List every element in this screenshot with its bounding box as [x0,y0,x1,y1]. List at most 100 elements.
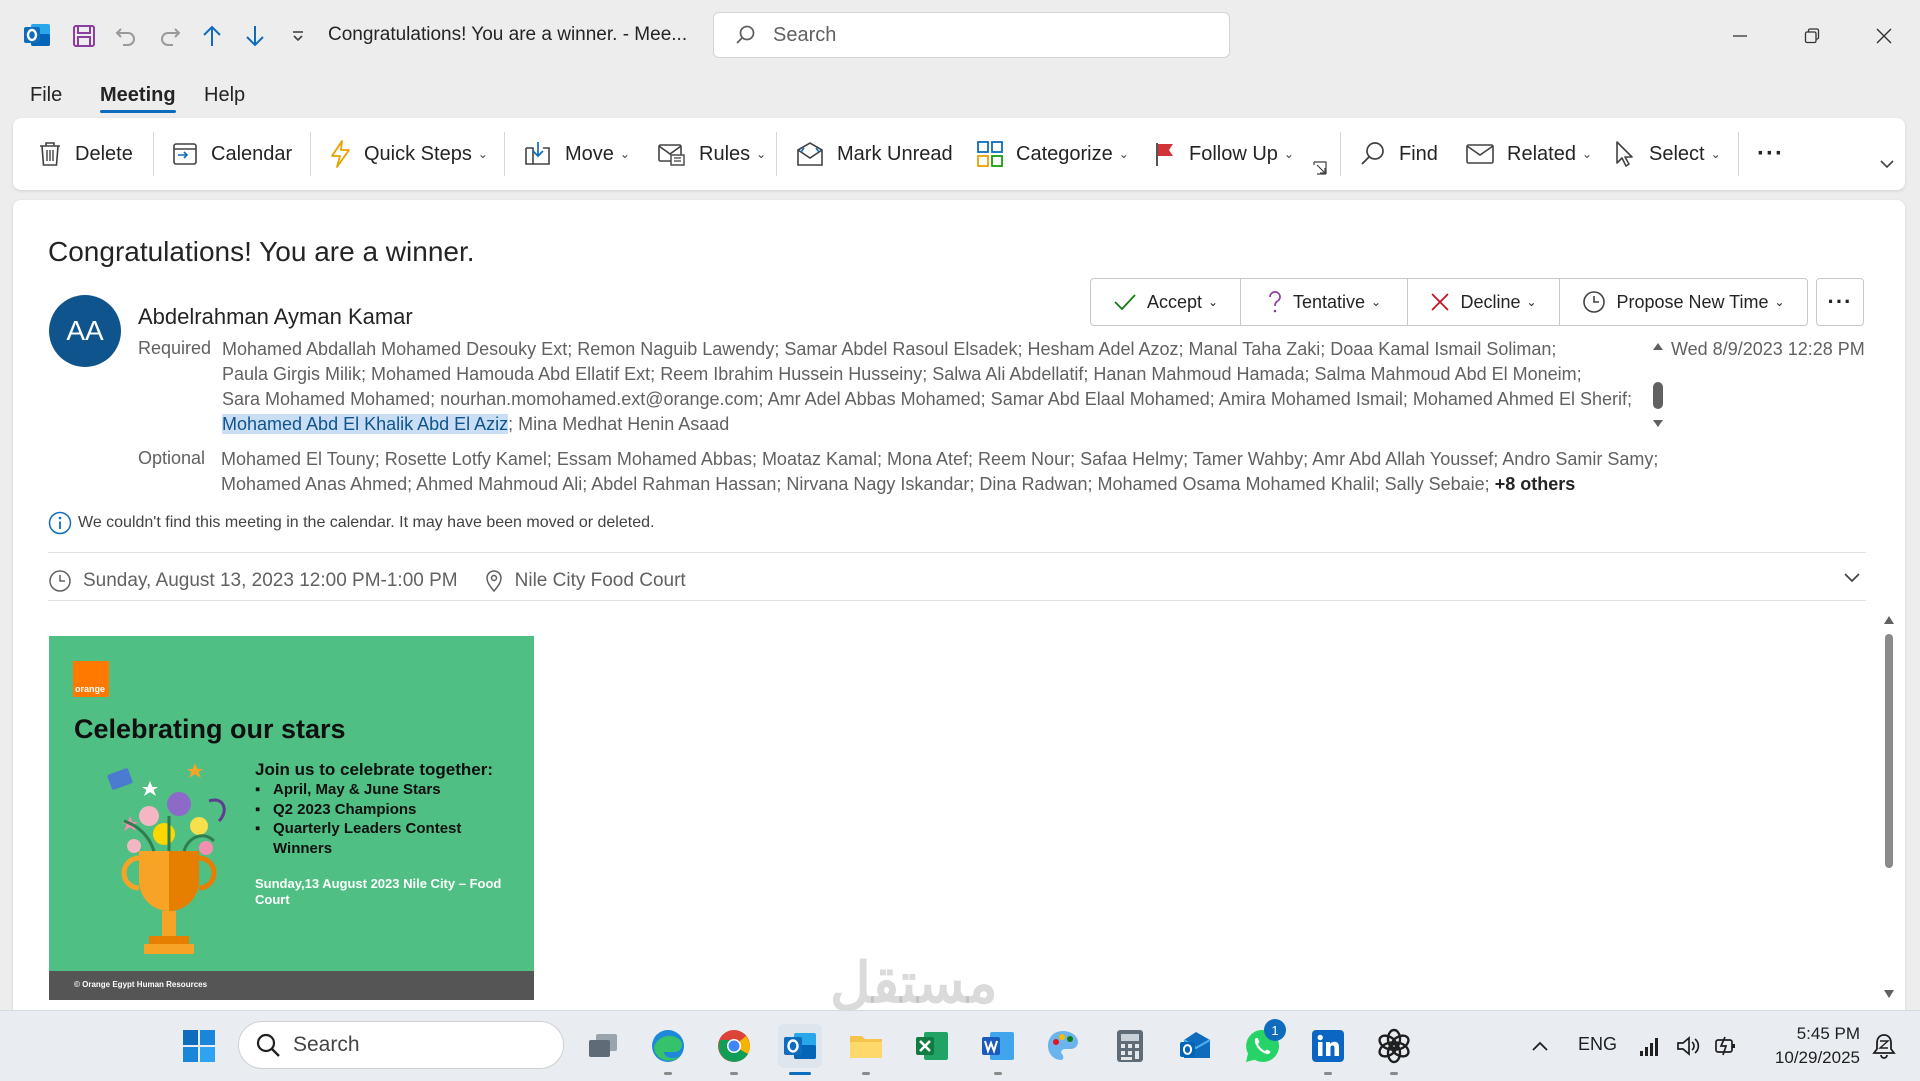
edge-icon[interactable] [646,1024,690,1068]
close-button[interactable] [1864,18,1904,54]
notifications-bell-icon[interactable] [1862,1024,1906,1068]
menu-help[interactable]: Help [204,84,245,107]
outlook-new-icon[interactable] [1174,1024,1218,1068]
paint-icon[interactable] [1041,1024,1085,1068]
save-icon[interactable] [66,18,102,54]
follow-up-button[interactable]: Follow Up ⌄ [1153,134,1294,174]
selected-attendee[interactable]: Mohamed Abd El Khalik Abd El Aziz [222,414,509,434]
running-indicator [994,1072,1002,1075]
taskbar: Search 1 ENG 5:45 PM 10/29/2025 [0,1010,1920,1081]
undo-icon[interactable] [108,18,144,54]
avatar[interactable]: AA [49,295,121,367]
optional-label: Optional [138,448,206,468]
required-attendees-line[interactable]: Sara Mohamed Mohamed; nourhan.momohamed.… [222,387,1662,412]
categorize-button[interactable]: Categorize ⌄ [976,134,1129,174]
find-button[interactable]: Find [1359,134,1438,174]
decline-button[interactable]: Decline ⌄ [1408,279,1560,325]
task-view-icon[interactable] [581,1024,625,1068]
move-button[interactable]: Move ⌄ [523,134,630,174]
linkedin-icon[interactable] [1306,1024,1350,1068]
customize-toolbar-icon[interactable] [280,18,316,54]
expand-details-chevron-icon[interactable] [1843,570,1861,589]
word-icon[interactable] [976,1024,1020,1068]
rules-button[interactable]: Rules ⌄ [657,134,766,174]
attendees-scrollbar[interactable] [1650,340,1666,430]
system-clock[interactable]: 5:45 PM 10/29/2025 [1758,1022,1860,1070]
select-label: Select [1649,142,1705,165]
mark-unread-button[interactable]: Mark Unread [795,134,953,174]
redo-icon[interactable] [152,18,188,54]
minimize-button[interactable] [1720,18,1760,54]
required-attendees-line[interactable]: Mohamed Abdallah Mohamed Desouky Ext; Re… [222,337,1662,362]
chevron-down-icon: ⌄ [1581,147,1592,161]
propose-new-time-button[interactable]: Propose New Time ⌄ [1560,279,1807,325]
menu-file[interactable]: File [30,84,62,107]
search-icon [256,1033,280,1057]
previous-item-icon[interactable] [194,18,230,54]
calendar-icon [173,143,197,165]
accept-label: Accept [1146,291,1202,312]
notification-badge: 1 [1264,1019,1286,1041]
more-commands-button[interactable]: ··· [1757,134,1784,174]
sender-name[interactable]: Abdelrahman Ayman Kamar [138,304,413,330]
show-hidden-icons-chevron-icon[interactable] [1518,1024,1562,1068]
outlook-app-icon [24,24,50,46]
invitation-banner-image: orange Celebrating our stars Join us to … [49,636,534,1000]
divider [48,552,1866,553]
language-indicator[interactable]: ENG [1578,1034,1617,1055]
chrome-icon[interactable] [712,1024,756,1068]
accept-button[interactable]: Accept ⌄ [1091,279,1241,325]
flag-icon [1156,143,1173,166]
restore-button[interactable] [1792,18,1832,54]
divider [48,600,1866,601]
chatgpt-icon[interactable] [1372,1024,1416,1068]
running-indicator [664,1072,672,1075]
next-item-icon[interactable] [237,18,273,54]
close-icon [1431,293,1450,311]
delete-button[interactable]: Delete [37,134,133,174]
banner-copyright: © Orange Egypt Human Resources [74,980,208,989]
start-button[interactable] [177,1024,221,1068]
meeting-time: Sunday, August 13, 2023 12:00 PM-1:00 PM [83,570,458,591]
required-attendees-rest[interactable]: ; Mina Medhat Henin Asaad [508,414,729,434]
move-to-folder-icon [525,142,550,165]
body-scrollbar[interactable] [1881,612,1897,1002]
required-attendees: Mohamed Abdallah Mohamed Desouky Ext; Re… [222,337,1662,437]
ribbon-divider [310,132,311,176]
calendar-button[interactable]: Calendar [171,134,292,174]
clock-icon [49,570,71,592]
file-explorer-icon[interactable] [844,1024,888,1068]
chevron-down-icon: ⌄ [1774,295,1785,309]
categorize-icon [977,141,1003,167]
required-attendees-line[interactable]: Paula Girgis Milik; Mohamed Hamouda Abd … [222,362,1662,387]
search-icon [1361,142,1384,165]
banner-date-location: Sunday,13 August 2023 Nile City – Food C… [255,876,502,907]
menu-meeting[interactable]: Meeting [100,84,176,107]
more-attendees-link[interactable]: +8 others [1495,474,1576,494]
optional-attendees-line[interactable]: Mohamed El Touny; Rosette Lotfy Kamel; E… [221,447,1661,472]
tags-dialog-launcher-icon[interactable] [1313,160,1327,176]
quick-steps-label: Quick Steps [364,142,472,165]
battery-charging-icon[interactable] [1704,1024,1748,1068]
search-box[interactable]: Search [713,12,1230,58]
optional-attendees: Mohamed El Touny; Rosette Lotfy Kamel; E… [221,447,1661,497]
running-indicator [1390,1072,1398,1075]
excel-icon[interactable] [910,1024,954,1068]
calculator-icon[interactable] [1108,1024,1152,1068]
delete-label: Delete [75,142,133,165]
outlook-taskbar-icon[interactable] [778,1024,822,1068]
required-attendees-line: Mohamed Abd El Khalik Abd El Aziz; Mina … [222,412,1662,437]
optional-attendees-text[interactable]: Mohamed Anas Ahmed; Ahmed Mahmoud Ali; A… [221,474,1490,494]
related-button[interactable]: Related ⌄ [1465,134,1592,174]
more-actions-button[interactable]: ··· [1816,278,1864,326]
expand-ribbon-chevron-icon[interactable] [1879,154,1895,174]
move-label: Move [565,142,614,165]
trash-icon [40,142,60,166]
sent-timestamp: Wed 8/9/2023 12:28 PM [1671,339,1865,359]
search-placeholder: Search [773,23,837,46]
info-icon [48,511,72,535]
tentative-button[interactable]: Tentative ⌄ [1241,279,1408,325]
taskbar-search[interactable]: Search [238,1021,564,1069]
select-button[interactable]: Select ⌄ [1613,134,1721,174]
quick-steps-button[interactable]: Quick Steps ⌄ [328,134,488,174]
